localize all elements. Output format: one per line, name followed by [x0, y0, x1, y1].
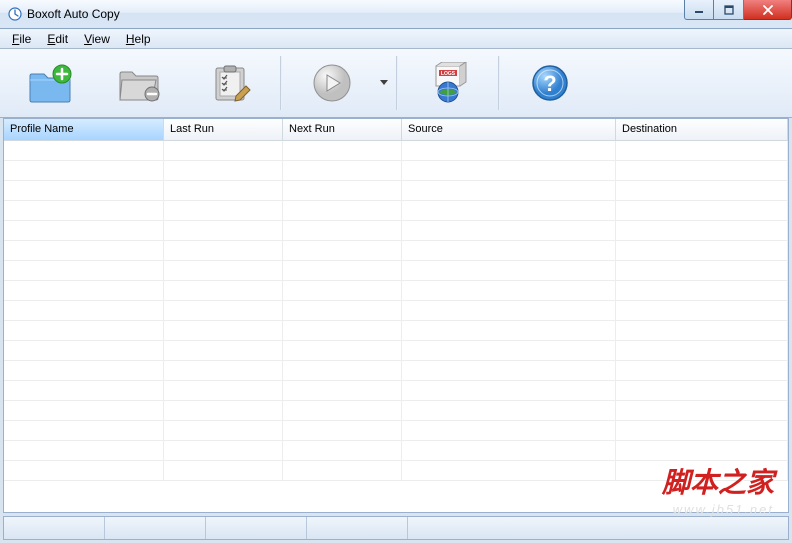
table-row — [4, 221, 788, 241]
new-profile-button[interactable] — [6, 53, 94, 113]
chevron-down-icon — [380, 80, 388, 86]
profile-table: Profile Name Last Run Next Run Source De… — [3, 118, 789, 513]
window-controls — [684, 0, 792, 20]
column-last-run[interactable]: Last Run — [164, 119, 283, 140]
table-header: Profile Name Last Run Next Run Source De… — [4, 119, 788, 141]
column-destination[interactable]: Destination — [616, 119, 788, 140]
statusbar — [3, 516, 789, 540]
toolbar-separator — [396, 56, 398, 110]
table-body[interactable] — [4, 141, 788, 512]
titlebar: Boxoft Auto Copy — [0, 0, 792, 29]
run-dropdown-button[interactable] — [378, 53, 390, 113]
maximize-button[interactable] — [714, 0, 744, 20]
clipboard-edit-icon — [206, 62, 254, 104]
menu-help[interactable]: Help — [118, 30, 159, 48]
menu-view[interactable]: View — [76, 30, 118, 48]
app-icon — [8, 7, 22, 21]
svg-text:?: ? — [543, 71, 556, 96]
table-row — [4, 181, 788, 201]
table-row — [4, 281, 788, 301]
table-row — [4, 421, 788, 441]
toolbar: LOGS ? — [0, 49, 792, 118]
folder-add-icon — [26, 62, 74, 104]
table-row — [4, 381, 788, 401]
table-row — [4, 201, 788, 221]
logs-globe-icon: LOGS — [424, 62, 472, 104]
table-row — [4, 141, 788, 161]
svg-text:LOGS: LOGS — [441, 71, 456, 77]
run-button[interactable] — [288, 53, 376, 113]
table-row — [4, 441, 788, 461]
help-icon: ? — [526, 62, 574, 104]
table-row — [4, 261, 788, 281]
help-button[interactable]: ? — [506, 53, 594, 113]
logs-button[interactable]: LOGS — [404, 53, 492, 113]
table-row — [4, 361, 788, 381]
close-button[interactable] — [744, 0, 792, 20]
toolbar-separator — [280, 56, 282, 110]
window-title: Boxoft Auto Copy — [27, 7, 120, 21]
table-row — [4, 321, 788, 341]
table-row — [4, 461, 788, 481]
play-icon — [308, 62, 356, 104]
menu-edit[interactable]: Edit — [39, 30, 76, 48]
minimize-button[interactable] — [684, 0, 714, 20]
table-row — [4, 401, 788, 421]
toolbar-separator — [498, 56, 500, 110]
column-next-run[interactable]: Next Run — [283, 119, 402, 140]
edit-profile-button[interactable] — [186, 53, 274, 113]
delete-profile-button[interactable] — [96, 53, 184, 113]
folder-remove-icon — [116, 62, 164, 104]
table-row — [4, 241, 788, 261]
table-row — [4, 161, 788, 181]
menu-file[interactable]: File — [4, 30, 39, 48]
column-source[interactable]: Source — [402, 119, 616, 140]
column-profile-name[interactable]: Profile Name — [4, 119, 164, 140]
menubar: File Edit View Help — [0, 29, 792, 49]
table-row — [4, 301, 788, 321]
table-row — [4, 341, 788, 361]
